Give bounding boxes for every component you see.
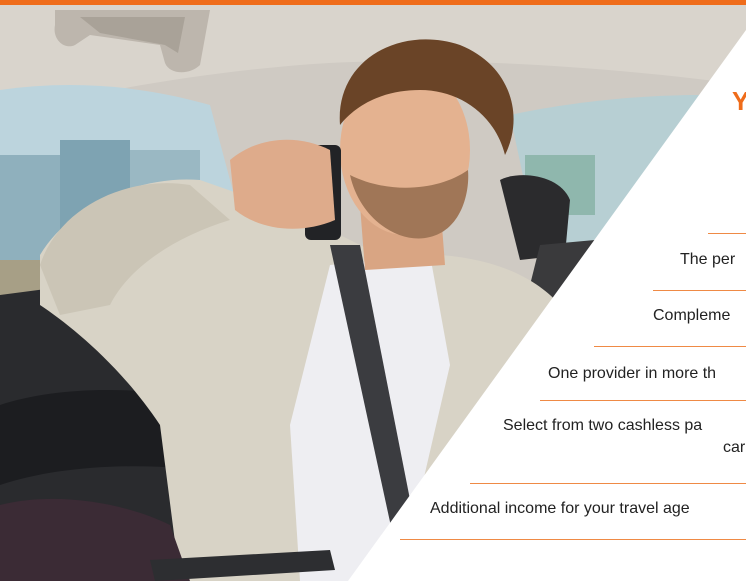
headline: Y — [732, 86, 746, 116]
hero-image — [0, 5, 746, 581]
feature-item: The per — [680, 251, 736, 268]
feature-item: One provider in more th — [548, 365, 717, 382]
divider — [400, 539, 746, 540]
feature-item: Compleme — [653, 307, 731, 324]
divider — [540, 400, 746, 401]
divider — [594, 346, 746, 347]
feature-item: Select from two cashless pa — [503, 417, 703, 434]
divider — [708, 233, 746, 234]
divider — [653, 290, 746, 291]
divider — [470, 483, 746, 484]
feature-item: Additional income for your travel age — [430, 500, 690, 517]
feature-item-continued: car — [723, 439, 746, 456]
